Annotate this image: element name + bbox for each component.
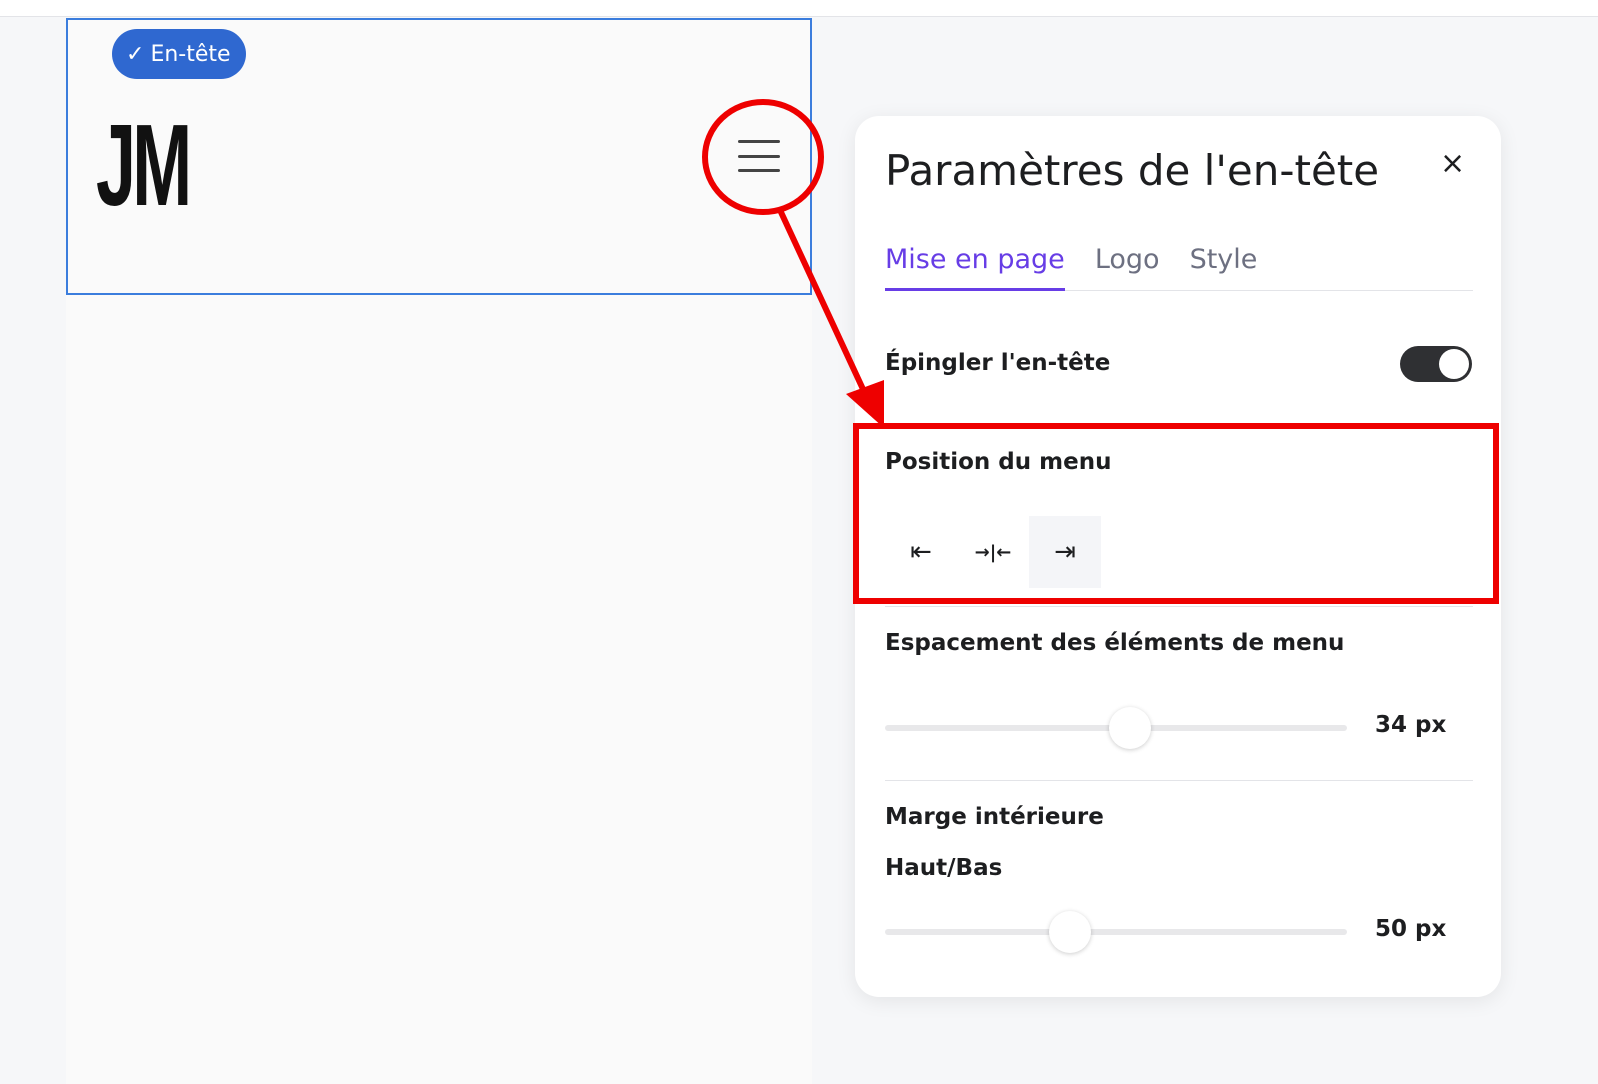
site-logo[interactable]: JM — [96, 98, 192, 232]
pin-header-toggle[interactable] — [1400, 346, 1472, 382]
align-right-icon[interactable]: ⇥ — [1029, 516, 1101, 588]
close-icon[interactable]: × — [1440, 146, 1465, 181]
header-selected-badge[interactable]: ✓ En-tête — [112, 29, 246, 79]
align-left-icon[interactable]: ⇤ — [885, 516, 957, 588]
tab-layout[interactable]: Mise en page — [885, 244, 1065, 291]
item-spacing-label: Espacement des éléments de menu — [885, 630, 1345, 656]
top-bar — [0, 0, 1598, 17]
menu-position-label: Position du menu — [885, 449, 1112, 475]
item-spacing-value: 34 px — [1375, 712, 1447, 738]
badge-label: En-tête — [150, 41, 231, 67]
panel-title: Paramètres de l'en-tête — [885, 146, 1380, 195]
settings-tabs: Mise en page Logo Style — [885, 244, 1473, 291]
slider-thumb[interactable] — [1108, 707, 1151, 749]
header-section-preview[interactable]: ✓ En-tête JM — [66, 18, 812, 295]
pin-header-label: Épingler l'en-tête — [885, 350, 1111, 376]
padding-label: Marge intérieure — [885, 804, 1104, 830]
menu-position-selector: ⇤ →|← ⇥ — [885, 516, 1101, 588]
header-settings-panel: Paramètres de l'en-tête × Mise en page L… — [855, 116, 1501, 997]
divider — [885, 606, 1473, 607]
check-icon: ✓ — [126, 41, 145, 67]
padding-top-bottom-label: Haut/Bas — [885, 855, 1003, 881]
tab-style[interactable]: Style — [1190, 244, 1258, 291]
padding-slider[interactable] — [885, 911, 1347, 953]
item-spacing-slider[interactable] — [885, 707, 1347, 749]
divider — [885, 780, 1473, 781]
tab-logo[interactable]: Logo — [1095, 244, 1160, 291]
align-center-icon[interactable]: →|← — [957, 516, 1029, 588]
hamburger-menu-icon[interactable] — [738, 140, 780, 172]
padding-value: 50 px — [1375, 916, 1447, 942]
slider-thumb[interactable] — [1048, 911, 1091, 953]
